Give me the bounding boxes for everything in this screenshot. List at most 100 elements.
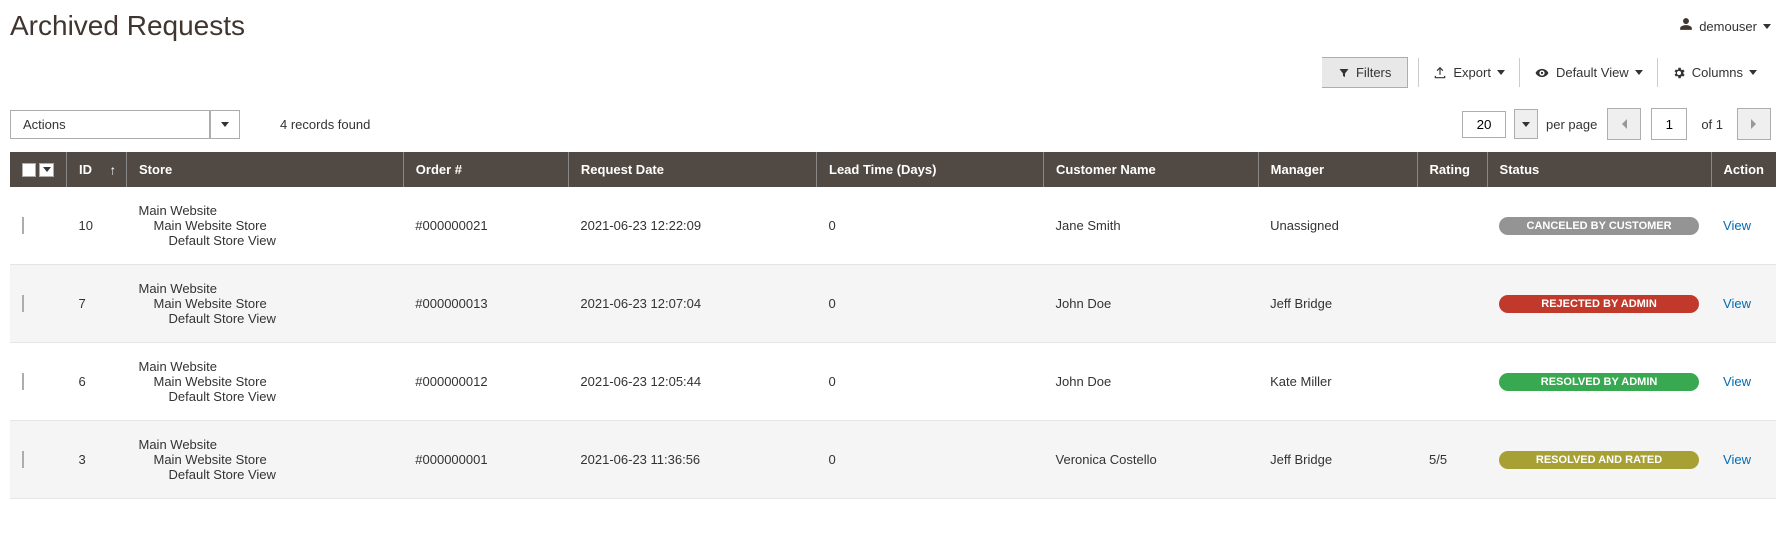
row-checkbox[interactable] xyxy=(22,373,24,390)
cell-lead-time: 0 xyxy=(817,265,1044,343)
chevron-down-icon xyxy=(1763,24,1771,29)
sort-asc-icon: ↑ xyxy=(110,162,117,177)
user-menu[interactable]: demouser xyxy=(1679,17,1771,36)
cell-lead-time: 0 xyxy=(817,421,1044,499)
cell-id: 6 xyxy=(67,343,127,421)
cell-rating xyxy=(1417,343,1487,421)
col-action[interactable]: Action xyxy=(1711,152,1776,187)
cell-order: #000000012 xyxy=(403,343,568,421)
chevron-down-icon xyxy=(1749,70,1757,75)
per-page-input[interactable] xyxy=(1462,111,1506,138)
cell-store: Main Website Main Website Store Default … xyxy=(127,343,404,421)
pager-total: of 1 xyxy=(1697,117,1727,132)
cell-lead-time: 0 xyxy=(817,343,1044,421)
filters-label: Filters xyxy=(1356,65,1391,80)
col-customer-name[interactable]: Customer Name xyxy=(1044,152,1259,187)
cell-manager: Jeff Bridge xyxy=(1258,421,1417,499)
columns-button[interactable]: Columns xyxy=(1657,58,1771,87)
col-store[interactable]: Store xyxy=(127,152,404,187)
col-lead-time[interactable]: Lead Time (Days) xyxy=(817,152,1044,187)
export-label: Export xyxy=(1453,65,1491,80)
cell-request-date: 2021-06-23 11:36:56 xyxy=(568,421,816,499)
cell-order: #000000001 xyxy=(403,421,568,499)
cell-store: Main Website Main Website Store Default … xyxy=(127,187,404,265)
filters-button[interactable]: Filters xyxy=(1322,57,1408,88)
table-row: 3 Main Website Main Website Store Defaul… xyxy=(10,421,1776,499)
cell-manager: Jeff Bridge xyxy=(1258,265,1417,343)
cell-request-date: 2021-06-23 12:05:44 xyxy=(568,343,816,421)
cell-store: Main Website Main Website Store Default … xyxy=(127,265,404,343)
select-all-checkbox[interactable] xyxy=(22,163,36,177)
cell-rating xyxy=(1417,187,1487,265)
cell-status: CANCELED BY CUSTOMER xyxy=(1487,187,1711,265)
cell-order: #000000021 xyxy=(403,187,568,265)
cell-store: Main Website Main Website Store Default … xyxy=(127,421,404,499)
cell-rating: 5/5 xyxy=(1417,421,1487,499)
row-checkbox[interactable] xyxy=(22,295,24,312)
status-badge: RESOLVED BY ADMIN xyxy=(1499,373,1699,391)
cell-id: 3 xyxy=(67,421,127,499)
admin-toolbar: Filters Export Default View Columns xyxy=(0,57,1786,108)
col-request-date[interactable]: Request Date xyxy=(568,152,816,187)
export-button[interactable]: Export xyxy=(1418,58,1519,87)
status-badge: REJECTED BY ADMIN xyxy=(1499,295,1699,313)
table-row: 10 Main Website Main Website Store Defau… xyxy=(10,187,1776,265)
cell-status: RESOLVED AND RATED xyxy=(1487,421,1711,499)
col-manager[interactable]: Manager xyxy=(1258,152,1417,187)
records-found: 4 records found xyxy=(280,117,370,132)
actions-label: Actions xyxy=(10,110,210,139)
cell-customer: John Doe xyxy=(1044,343,1259,421)
view-link[interactable]: View xyxy=(1723,218,1751,233)
cell-id: 10 xyxy=(67,187,127,265)
view-link[interactable]: View xyxy=(1723,374,1751,389)
data-grid: ID ↑ Store Order # Request Date Lead Tim… xyxy=(10,152,1776,499)
col-status[interactable]: Status xyxy=(1487,152,1711,187)
export-icon xyxy=(1433,66,1447,80)
columns-label: Columns xyxy=(1692,65,1743,80)
cell-customer: Jane Smith xyxy=(1044,187,1259,265)
page-title: Archived Requests xyxy=(10,10,245,42)
default-view-button[interactable]: Default View xyxy=(1519,58,1657,87)
cell-id: 7 xyxy=(67,265,127,343)
table-row: 7 Main Website Main Website Store Defaul… xyxy=(10,265,1776,343)
view-link[interactable]: View xyxy=(1723,296,1751,311)
cell-manager: Kate Miller xyxy=(1258,343,1417,421)
chevron-down-icon xyxy=(221,122,229,127)
cell-rating xyxy=(1417,265,1487,343)
pager-current[interactable] xyxy=(1651,108,1687,140)
cell-status: RESOLVED BY ADMIN xyxy=(1487,343,1711,421)
filter-icon xyxy=(1338,67,1350,79)
select-all-dropdown[interactable] xyxy=(39,163,54,177)
chevron-down-icon xyxy=(1635,70,1643,75)
cell-manager: Unassigned xyxy=(1258,187,1417,265)
user-name: demouser xyxy=(1699,19,1757,34)
col-checkbox[interactable] xyxy=(10,152,67,187)
cell-order: #000000013 xyxy=(403,265,568,343)
chevron-down-icon xyxy=(1497,70,1505,75)
actions-dropdown[interactable]: Actions xyxy=(10,110,240,139)
eye-icon xyxy=(1534,66,1550,80)
status-badge: RESOLVED AND RATED xyxy=(1499,451,1699,469)
cell-request-date: 2021-06-23 12:07:04 xyxy=(568,265,816,343)
col-order[interactable]: Order # xyxy=(403,152,568,187)
pager-prev[interactable] xyxy=(1607,108,1641,140)
default-view-label: Default View xyxy=(1556,65,1629,80)
cell-customer: Veronica Costello xyxy=(1044,421,1259,499)
pager-next[interactable] xyxy=(1737,108,1771,140)
user-icon xyxy=(1679,17,1693,36)
chevron-down-icon xyxy=(1522,122,1530,127)
status-badge: CANCELED BY CUSTOMER xyxy=(1499,217,1699,235)
row-checkbox[interactable] xyxy=(22,217,24,234)
cell-customer: John Doe xyxy=(1044,265,1259,343)
per-page-toggle[interactable] xyxy=(1514,109,1538,139)
row-checkbox[interactable] xyxy=(22,451,24,468)
table-row: 6 Main Website Main Website Store Defaul… xyxy=(10,343,1776,421)
view-link[interactable]: View xyxy=(1723,452,1751,467)
col-id[interactable]: ID ↑ xyxy=(67,152,127,187)
actions-toggle[interactable] xyxy=(210,110,240,139)
cell-lead-time: 0 xyxy=(817,187,1044,265)
per-page-label: per page xyxy=(1546,117,1597,132)
cell-request-date: 2021-06-23 12:22:09 xyxy=(568,187,816,265)
col-rating[interactable]: Rating xyxy=(1417,152,1487,187)
gear-icon xyxy=(1672,66,1686,80)
